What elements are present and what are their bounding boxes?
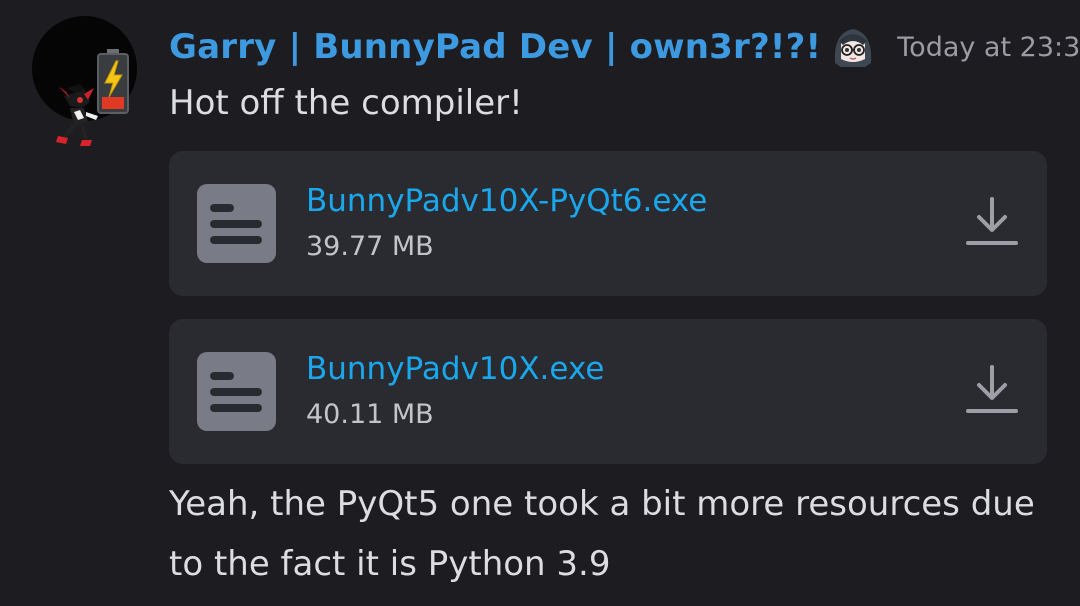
file-size: 39.77 MB (306, 231, 434, 262)
message-text: Hot off the compiler! (169, 83, 523, 123)
message-timestamp: Today at 23:34 (897, 31, 1080, 63)
file-attachment[interactable]: BunnyPadv10X-PyQt6.exe 39.77 MB (169, 151, 1047, 296)
file-attachment[interactable]: BunnyPadv10X.exe 40.11 MB (169, 319, 1047, 464)
username[interactable]: Garry | BunnyPad Dev | own3r?!?! (169, 27, 821, 67)
download-icon[interactable] (962, 361, 1022, 421)
message-text: Yeah, the PyQt5 one took a bit more reso… (169, 484, 1035, 584)
file-name-link[interactable]: BunnyPadv10X.exe (306, 351, 604, 387)
file-name-link[interactable]: BunnyPadv10X-PyQt6.exe (306, 183, 707, 219)
anime-girl-glasses-icon[interactable] (829, 23, 877, 71)
character-sprite-icon (56, 84, 98, 146)
message-header: Garry | BunnyPad Dev | own3r?!?! Today a… (169, 22, 1080, 72)
file-size: 40.11 MB (306, 399, 434, 430)
download-icon[interactable] (962, 193, 1022, 253)
file-icon (197, 184, 276, 263)
user-avatar[interactable] (32, 16, 137, 146)
file-icon (197, 352, 276, 431)
chat-message: Garry | BunnyPad Dev | own3r?!?! Today a… (0, 0, 1080, 606)
